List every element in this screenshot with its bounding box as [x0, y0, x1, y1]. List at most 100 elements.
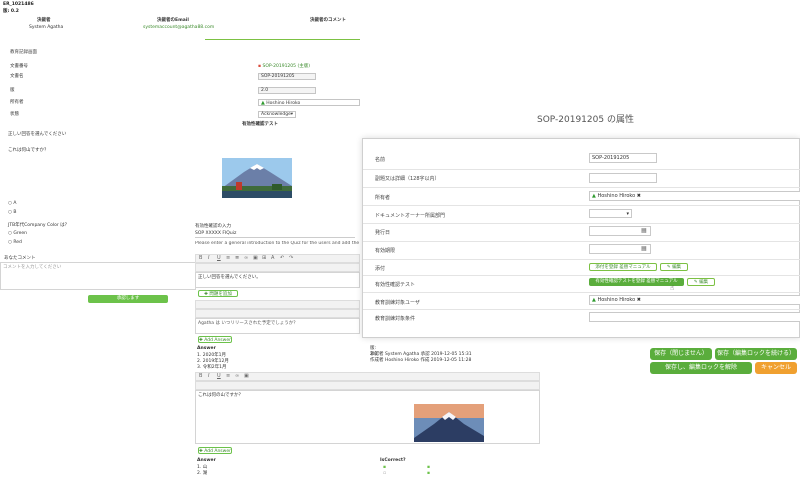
history-row-2: 作成者 Hoshino Hiroko 作成 2019-12-05 11:28: [370, 358, 471, 364]
add-answer-button-2[interactable]: ✚ Add Answer: [198, 447, 232, 454]
attachment-edit-button[interactable]: ✎ 編集: [660, 263, 688, 271]
owner-input[interactable]: ▲ Hoshino Hiroko ✖: [589, 191, 800, 201]
save-release-lock-button[interactable]: 保存し、編集ロックを解除: [650, 362, 752, 374]
option-b-1[interactable]: ○ B: [8, 210, 16, 216]
question-2: これは何山ですか？: [8, 148, 49, 153]
history-value: System Agatha 承認 2019-12-05 15:31: [384, 352, 472, 357]
status-value: Acknowledge: [261, 112, 291, 117]
answer-text: 湖: [202, 471, 208, 476]
expiry-input[interactable]: ▦: [589, 244, 651, 254]
attachment-register-button[interactable]: 添付を登録 差替マニュアル: [589, 263, 657, 271]
version-field[interactable]: 2.0: [258, 87, 316, 94]
approver-head: 決裁者: [37, 18, 51, 23]
title-label: 文書名: [10, 74, 24, 79]
owner-field[interactable]: ▲ Hoshino Hiroko: [258, 99, 360, 106]
close-icon[interactable]: ✖: [637, 297, 641, 303]
status-label: 状態: [10, 112, 19, 117]
approver-comment-head: 決裁者のコメント: [310, 18, 346, 23]
image-icon[interactable]: ▣: [244, 374, 249, 379]
question-editor-3-text: これは何の山ですか？: [198, 393, 243, 398]
table-icon[interactable]: ⊞: [262, 256, 267, 261]
quiz-intro-field[interactable]: SOP XXXXX FIQuiz: [195, 231, 355, 238]
title-field[interactable]: SOP-20191205: [258, 73, 316, 80]
condition-label: 教育訓練対象条件: [375, 316, 416, 322]
redo-icon[interactable]: ↷: [289, 256, 294, 261]
document-code: ER_1021486: [3, 2, 34, 7]
color-icon[interactable]: A: [271, 256, 276, 261]
quiz-title: 有効性確認テスト: [242, 122, 278, 127]
condition-input[interactable]: [589, 312, 800, 322]
quiz-intro-label: 有効性確認の入力: [195, 224, 231, 229]
option-green-text: Green: [13, 231, 27, 236]
row-divider: [363, 275, 800, 276]
answer-text: 山: [202, 465, 208, 470]
approver-email-head: 決裁者のEmail: [157, 18, 189, 23]
answer-text: 2020年1月: [202, 353, 227, 358]
status-select[interactable]: Acknowledge ▾: [258, 111, 296, 118]
row-divider: [363, 169, 800, 170]
bold-icon[interactable]: B: [199, 256, 204, 261]
issue-date-input[interactable]: ▦: [589, 226, 651, 236]
version-label: 版: [10, 88, 15, 93]
editor-toolbar-3: B I U ≡ ∞ ▣: [195, 372, 540, 381]
save-no-close-button[interactable]: 保存（閉じません）: [650, 348, 712, 360]
editor-toolbar-2: [195, 300, 360, 309]
approver-email-link[interactable]: systemaccount@agatha88.com: [143, 25, 214, 31]
image-icon[interactable]: ▣: [253, 256, 258, 261]
trainee-input[interactable]: ▲ Hoshino Hiroko ✖: [589, 295, 800, 305]
question-editor-1[interactable]: 正しい回答を選んでください。: [195, 272, 360, 288]
checkbox-checked[interactable]: ▪: [427, 471, 430, 477]
link-icon[interactable]: ∞: [235, 374, 240, 379]
bold-icon[interactable]: B: [199, 374, 204, 379]
checkbox-unchecked[interactable]: ▫: [383, 471, 386, 477]
properties-dialog: 名前 SOP-20191205 副題又は詳細（128字以内） 所有者 ▲ Hos…: [362, 138, 800, 338]
row-divider: [363, 259, 800, 260]
approve-button[interactable]: 承認します: [88, 295, 168, 303]
dept-select[interactable]: ▾: [589, 209, 632, 218]
underline-icon[interactable]: U: [217, 374, 222, 379]
add-question-button[interactable]: ✚ 問題を追加: [198, 290, 238, 297]
align-icon[interactable]: ≣: [235, 256, 240, 261]
row-divider: [363, 205, 800, 206]
approver-value: System Agatha: [29, 25, 64, 30]
quiz-edit-button[interactable]: ✎ 編集: [687, 278, 715, 286]
owner-value: Hoshino Hiroko: [266, 101, 301, 106]
comment-textarea[interactable]: コメントを入力してください: [0, 262, 196, 290]
history-label: 承認者: [370, 352, 384, 357]
doc-number-link[interactable]: ▪ SOP-20191205 (主版): [258, 64, 310, 70]
underline-icon[interactable]: U: [217, 256, 222, 261]
quiz-label: 有効性確認テスト: [375, 282, 416, 288]
answer-text: 令和2年1月: [202, 365, 227, 370]
editor-toolbar-2b: [195, 309, 360, 318]
doc-number-label: 文書番号: [10, 64, 28, 69]
owner-tag: Hoshino Hiroko: [597, 193, 636, 199]
trainee-label: 教育訓練対象ユーザ: [375, 300, 420, 306]
question-editor-3[interactable]: これは何の山ですか？: [195, 390, 540, 444]
subtitle-input[interactable]: [589, 173, 657, 183]
italic-icon[interactable]: I: [208, 256, 213, 261]
doc-number-link-text: SOP-20191205 (主版): [262, 64, 310, 69]
issue-date-label: 発行日: [375, 230, 391, 236]
list-icon[interactable]: ≡: [226, 374, 231, 379]
question-editor-2[interactable]: Agatha は いつリリースされた予定でしょうか？: [195, 318, 360, 334]
close-icon[interactable]: ✖: [637, 193, 641, 199]
cancel-button[interactable]: キャンセル: [755, 362, 797, 374]
option-red[interactable]: ○ Red: [8, 240, 22, 246]
edit-text: 編集: [672, 265, 682, 270]
undo-icon[interactable]: ↶: [280, 256, 285, 261]
option-green[interactable]: ○ Green: [8, 231, 27, 237]
save-keep-lock-button[interactable]: 保存（編集ロックを続ける）: [715, 348, 797, 360]
option-a-1[interactable]: ○ A: [8, 201, 16, 207]
list-icon[interactable]: ≡: [226, 256, 231, 261]
option-a-text: A: [13, 201, 17, 206]
owner-label: 所有者: [10, 100, 24, 105]
history-label: 作成者: [370, 358, 384, 363]
link-icon[interactable]: ∞: [244, 256, 249, 261]
calendar-icon[interactable]: ▦: [641, 228, 647, 234]
italic-icon[interactable]: I: [208, 374, 213, 379]
add-answer-button-1[interactable]: ✚ Add Answer: [198, 336, 232, 343]
row-divider: [363, 292, 800, 293]
name-input[interactable]: SOP-20191205: [589, 153, 657, 163]
add-question-text: 問題を追加: [209, 292, 232, 297]
calendar-icon[interactable]: ▦: [641, 246, 647, 252]
